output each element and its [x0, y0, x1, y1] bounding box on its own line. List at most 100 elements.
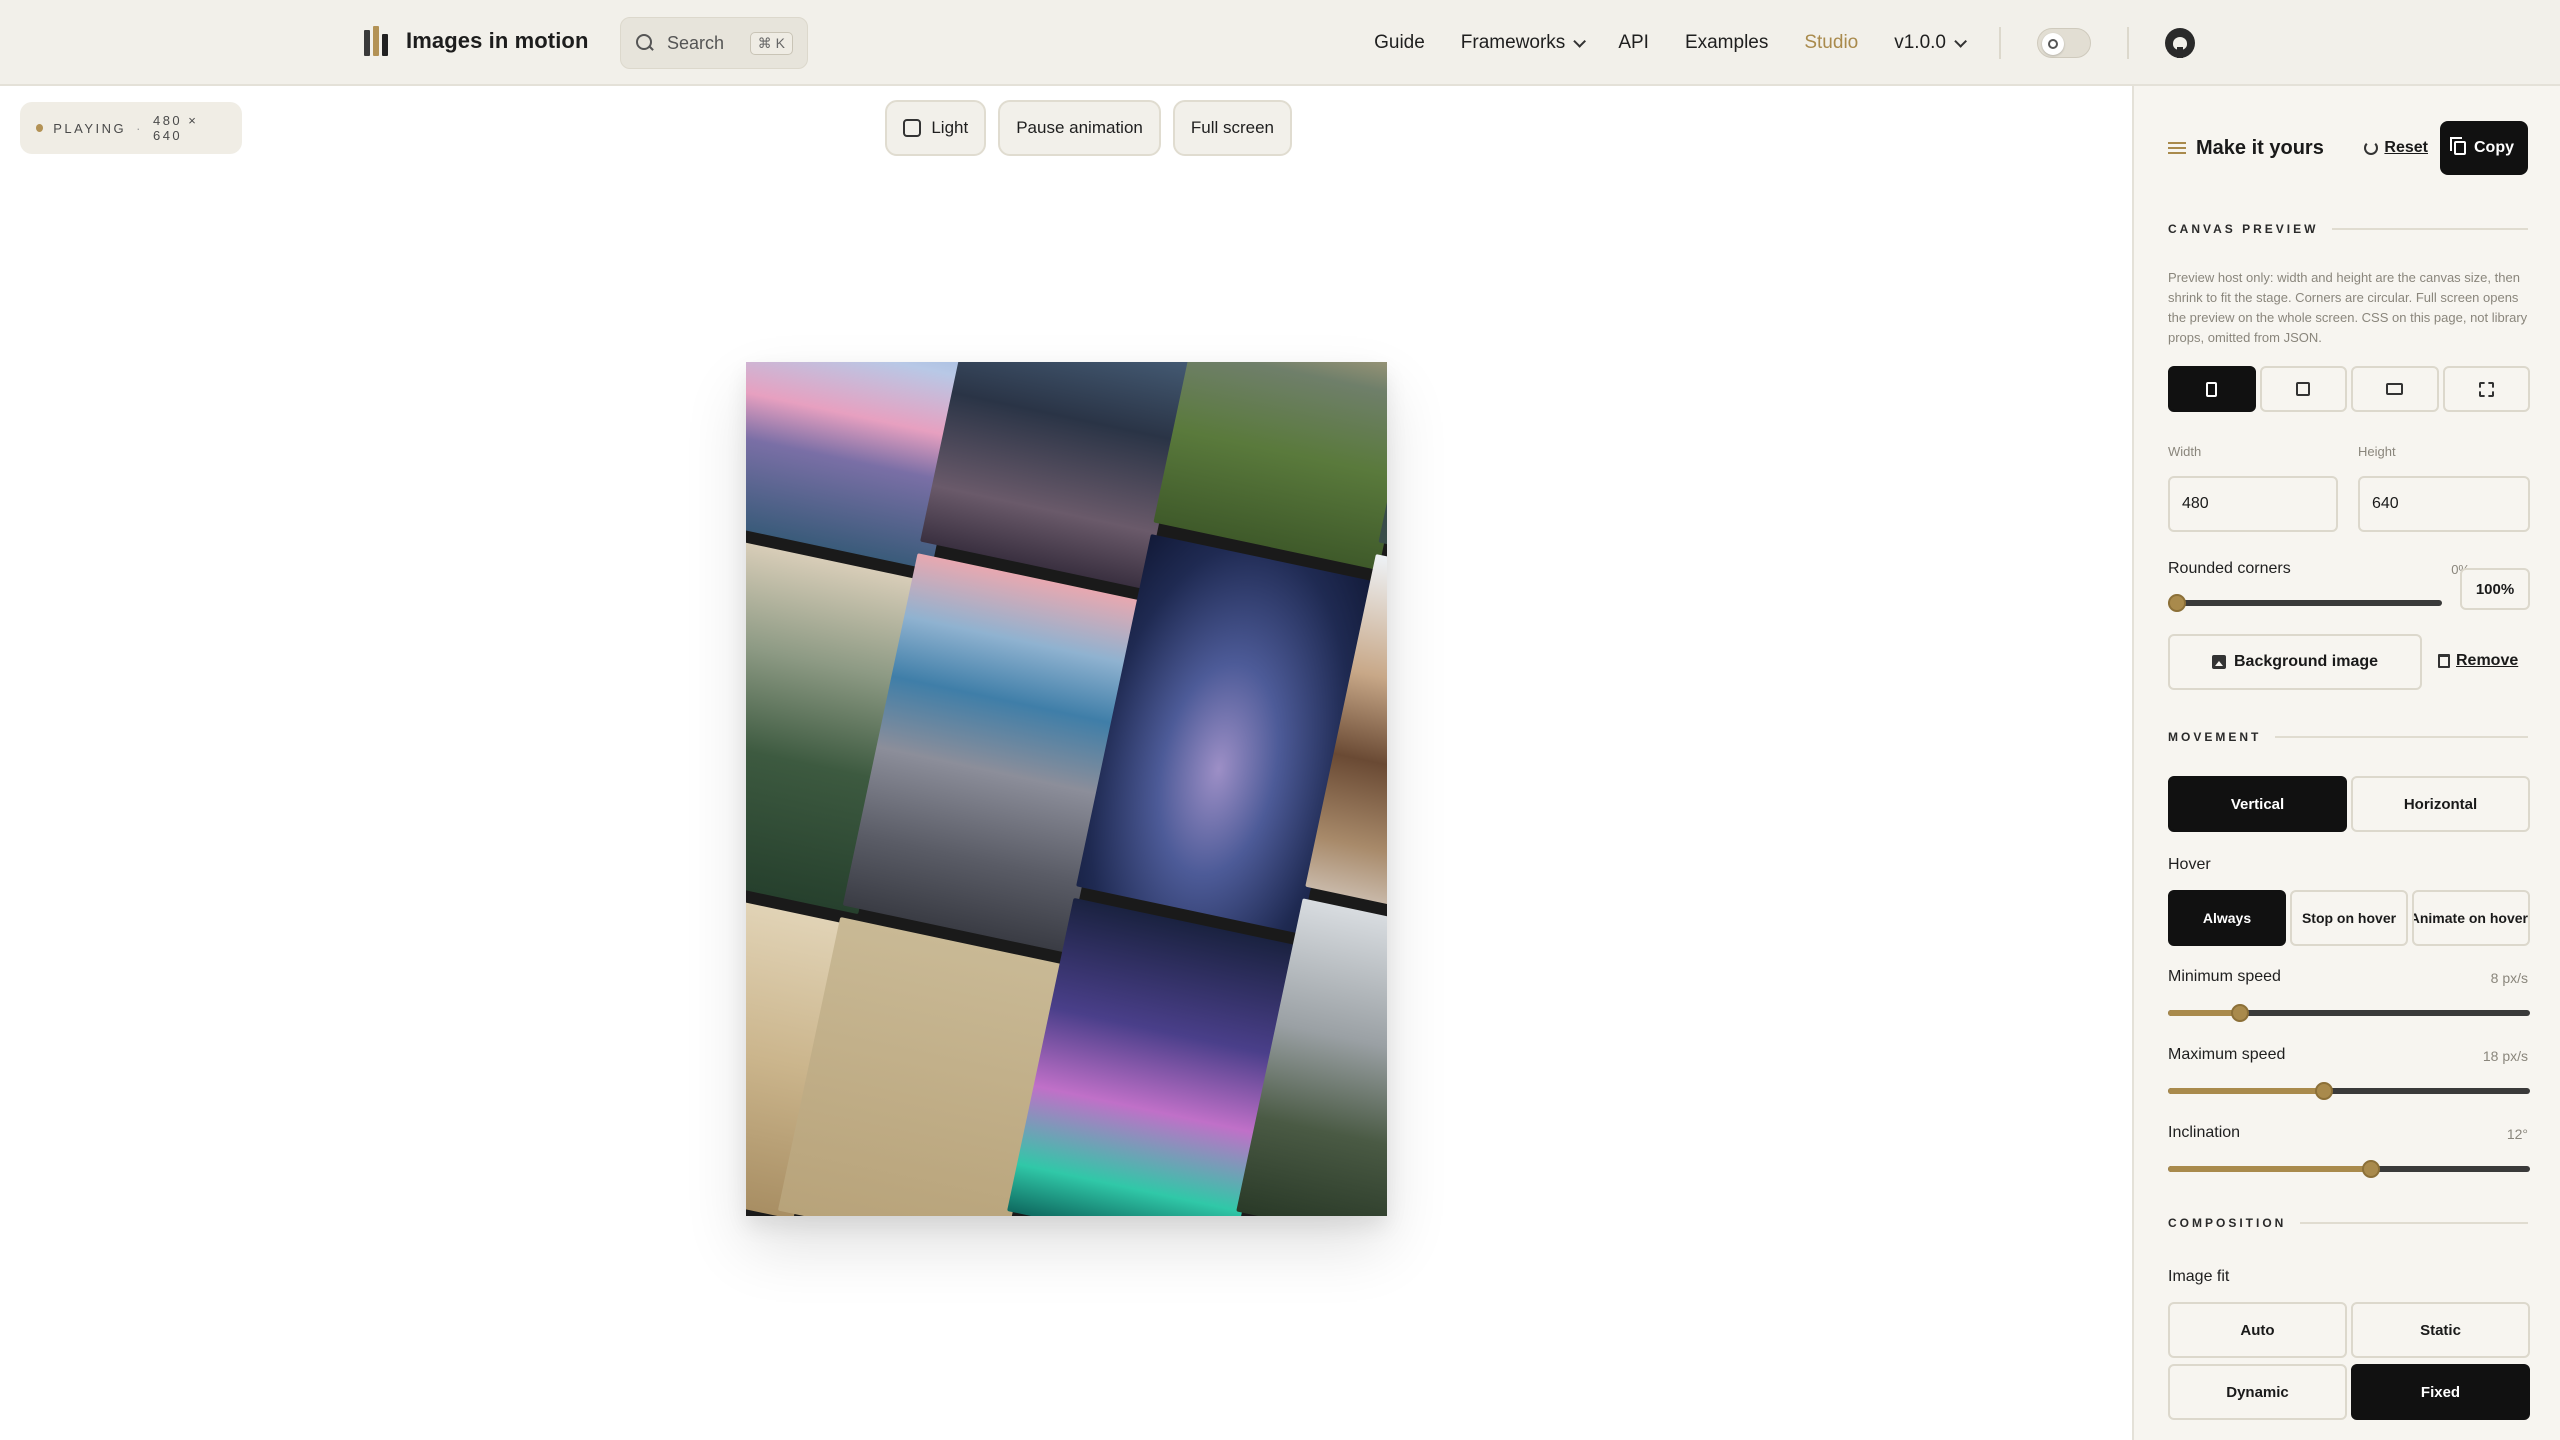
chevron-down-icon [1954, 34, 1967, 48]
max-speed-label: Maximum speed [2168, 1046, 2286, 1063]
section-canvas-preview-label: CANVAS PREVIEW [2168, 222, 2319, 236]
nav-divider [2127, 27, 2129, 59]
hover-animate-button[interactable]: Animate on hover [2412, 890, 2530, 946]
slider-fill [2168, 1010, 2241, 1016]
aspect-fullscreen-button[interactable] [2442, 366, 2530, 412]
brand[interactable]: Images in motion [364, 26, 589, 56]
search-label: Search [667, 32, 725, 53]
image-icon [2211, 655, 2226, 669]
search-button[interactable]: Search ⌘ K [620, 17, 808, 69]
section-composition-label: COMPOSITION [2168, 1216, 2287, 1230]
min-speed-value: 8 px/s [2490, 970, 2528, 986]
nav-studio[interactable]: Studio [1804, 32, 1858, 54]
fit-auto-button[interactable]: Auto [2168, 1302, 2347, 1358]
fit-static-button[interactable]: Static [2351, 1302, 2530, 1358]
max-speed-value: 18 px/s [2482, 1048, 2528, 1064]
canvas-hint: Preview host only: width and height are … [2168, 270, 2528, 345]
nav-guide[interactable]: Guide [1374, 32, 1425, 54]
portrait-icon [2206, 381, 2218, 397]
rounded-corners-input[interactable]: 100% [2460, 568, 2530, 610]
canvas-size-text: 480 × 640 [152, 113, 199, 143]
fit-dynamic-button[interactable]: Dynamic [2168, 1364, 2347, 1420]
reset-button[interactable]: Reset [2364, 139, 2428, 157]
nav-examples[interactable]: Examples [1685, 32, 1768, 54]
fullscreen-icon [2478, 381, 2494, 397]
brand-title: Images in motion [406, 28, 589, 53]
slider-fill [2168, 1166, 2371, 1172]
image-fit-segment-row-1: Auto Static [2168, 1302, 2530, 1358]
slider-thumb[interactable] [2168, 594, 2186, 612]
aspect-landscape-button[interactable] [2351, 366, 2439, 412]
chevron-down-icon [1573, 34, 1587, 48]
theme-toggle[interactable] [2037, 28, 2091, 58]
inclination-slider[interactable] [2168, 1158, 2530, 1180]
remove-label: Remove [2456, 652, 2519, 669]
slider-thumb[interactable] [2361, 1160, 2380, 1178]
hover-segment: Always Stop on hover Animate on hover [2168, 890, 2530, 946]
fullscreen-button[interactable]: Full screen [1172, 100, 1292, 156]
inclination-value: 12° [2506, 1126, 2528, 1142]
toggle-knob [2042, 33, 2064, 55]
brand-logo-icon [364, 26, 390, 56]
landscape-icon [2386, 383, 2404, 395]
inclination-label: Inclination [2168, 1124, 2241, 1141]
copy-label: Copy [2474, 139, 2514, 156]
aspect-square-button[interactable] [2259, 366, 2347, 412]
section-composition: COMPOSITION [2168, 1216, 2528, 1230]
slider-track [2168, 600, 2442, 606]
github-icon[interactable] [2165, 28, 2195, 58]
section-canvas-preview: CANVAS PREVIEW [2168, 222, 2528, 236]
direction-horizontal-button[interactable]: Horizontal [2351, 776, 2530, 832]
square-icon [2296, 382, 2311, 396]
status-badge: PLAYING · 480 × 640 [20, 102, 242, 154]
nav-api[interactable]: API [1618, 32, 1649, 54]
reset-label: Reset [2384, 139, 2428, 156]
max-speed-slider[interactable] [2168, 1080, 2530, 1102]
status-dot [36, 124, 44, 132]
copy-button[interactable]: Copy [2440, 121, 2528, 175]
sun-icon [2048, 39, 2058, 49]
image-tile [1153, 362, 1387, 571]
search-icon [635, 33, 655, 53]
rounded-corners-label: Rounded corners [2168, 560, 2291, 577]
sliders-icon [2168, 140, 2186, 156]
rounded-corners-slider[interactable] [2168, 592, 2442, 614]
main-nav: Guide Frameworks API Examples Studio v1.… [1374, 0, 2195, 86]
stage-actions: Light Pause animation Full screen [885, 100, 1292, 156]
hover-always-button[interactable]: Always [2168, 890, 2286, 946]
panel-title: Make it yours [2196, 136, 2324, 159]
slider-thumb[interactable] [2314, 1082, 2333, 1100]
width-input[interactable]: 480 [2168, 476, 2338, 532]
height-input[interactable]: 640 [2358, 476, 2530, 532]
light-toggle-button[interactable]: Light [885, 100, 987, 156]
checkbox-icon [903, 119, 922, 137]
copy-icon [2450, 137, 2466, 155]
fit-fixed-button[interactable]: Fixed [2351, 1364, 2530, 1420]
pause-animation-button[interactable]: Pause animation [998, 100, 1161, 156]
panel-header: Make it yours Reset Copy [2168, 120, 2528, 176]
min-speed-slider[interactable] [2168, 1002, 2530, 1024]
version-select[interactable]: v1.0.0 [1894, 32, 1967, 54]
hover-label: Hover [2168, 856, 2211, 873]
aspect-presets [2168, 366, 2530, 412]
width-label: Width [2168, 444, 2202, 459]
trash-icon [2438, 654, 2450, 668]
direction-segment: Vertical Horizontal [2168, 776, 2530, 832]
status-text: PLAYING [53, 120, 127, 136]
direction-vertical-button[interactable]: Vertical [2168, 776, 2347, 832]
slider-thumb[interactable] [2231, 1004, 2250, 1022]
nav-frameworks[interactable]: Frameworks [1461, 32, 1587, 54]
slider-fill [2168, 1088, 2324, 1094]
status-separator: · [136, 120, 143, 136]
background-image-button[interactable]: Background image [2168, 634, 2422, 690]
image-fit-label: Image fit [2168, 1268, 2230, 1285]
search-shortcut: ⌘ K [749, 31, 793, 55]
nav-divider [1999, 27, 2001, 59]
remove-background-button[interactable]: Remove [2438, 652, 2518, 670]
version-label: v1.0.0 [1894, 32, 1946, 53]
preview-canvas[interactable] [746, 362, 1387, 1216]
background-image-label: Background image [2233, 653, 2379, 670]
hover-stop-button[interactable]: Stop on hover [2290, 890, 2408, 946]
reset-icon [2364, 141, 2379, 155]
aspect-portrait-button[interactable] [2168, 366, 2256, 412]
